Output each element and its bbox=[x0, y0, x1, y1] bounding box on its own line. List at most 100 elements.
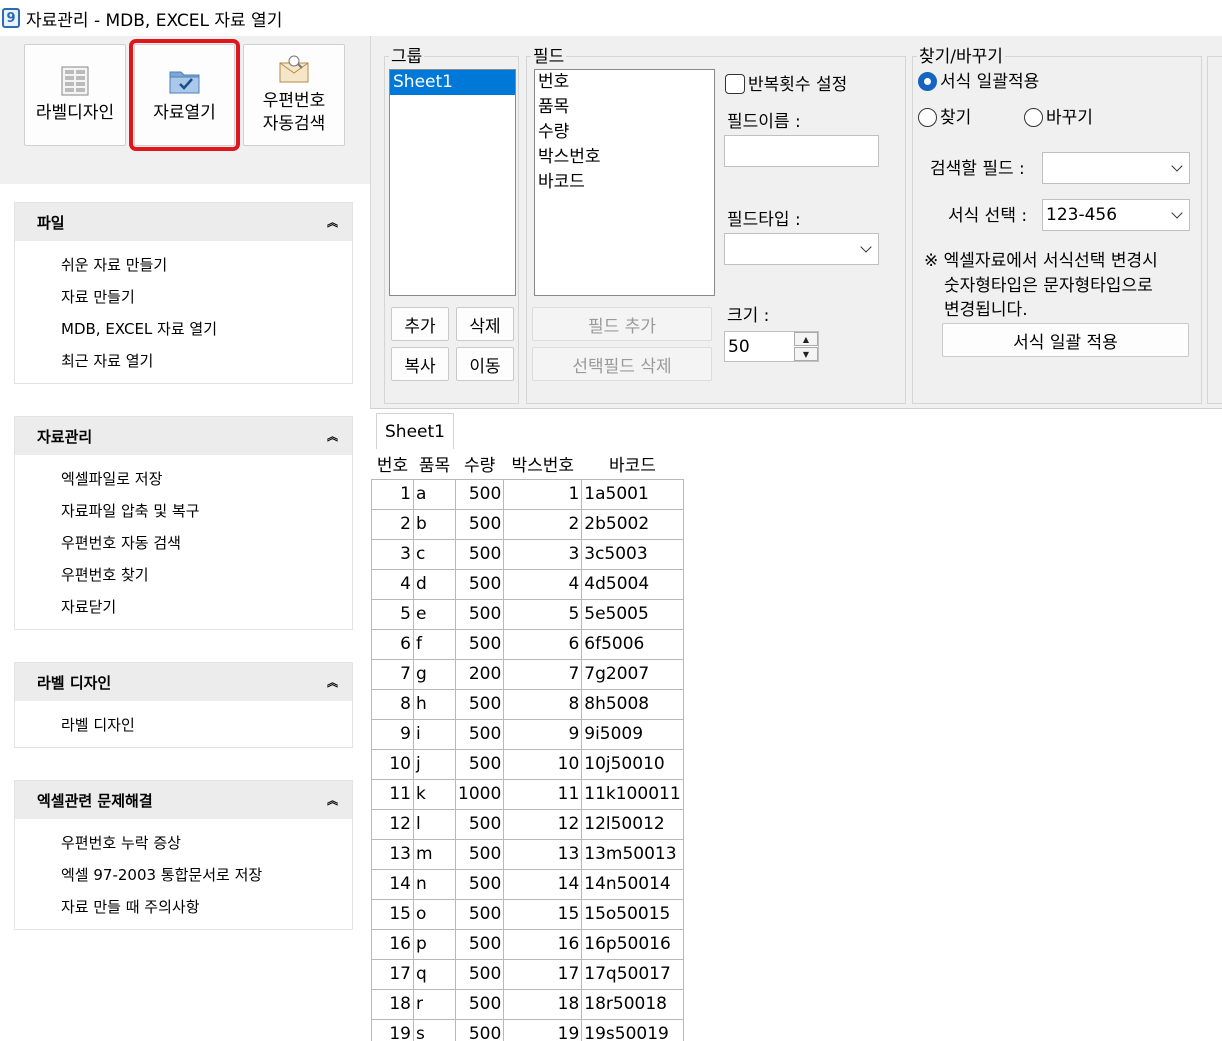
table-row[interactable]: 17 q 500 17 17q50017 bbox=[371, 958, 684, 990]
table-cell[interactable]: 14 bbox=[371, 868, 414, 900]
table-cell[interactable]: m bbox=[413, 838, 456, 870]
table-cell[interactable]: 8 bbox=[503, 688, 583, 720]
table-cell[interactable]: 8h5008 bbox=[581, 688, 684, 720]
delete-selected-field-button[interactable]: 선택필드 삭제 bbox=[532, 347, 712, 381]
table-row[interactable]: 15 o 500 15 15o50015 bbox=[371, 898, 684, 930]
field-list[interactable]: 번호 품목 수량 박스번호 바코드 bbox=[534, 69, 715, 296]
table-cell[interactable]: 19s50019 bbox=[581, 1018, 684, 1041]
table-cell[interactable]: 500 bbox=[454, 1018, 505, 1041]
table-cell[interactable]: 200 bbox=[454, 658, 505, 690]
table-cell[interactable]: 500 bbox=[454, 628, 505, 660]
table-cell[interactable]: 11k100011 bbox=[581, 778, 684, 810]
table-cell[interactable]: 13 bbox=[371, 838, 414, 870]
table-row[interactable]: 1 a 500 1 1a5001 bbox=[371, 478, 684, 510]
add-field-button[interactable]: 필드 추가 bbox=[532, 307, 712, 341]
panel-file-header[interactable]: 파일 ︽ bbox=[15, 203, 352, 241]
find-radio[interactable] bbox=[918, 108, 937, 127]
table-cell[interactable]: 1 bbox=[371, 478, 414, 510]
nav-item-recent[interactable]: 최근 자료 열기 bbox=[61, 345, 352, 377]
table-cell[interactable]: 500 bbox=[454, 598, 505, 630]
group-add-button[interactable]: 추가 bbox=[391, 307, 449, 341]
table-cell[interactable]: 13m50013 bbox=[581, 838, 684, 870]
table-cell[interactable]: 7g2007 bbox=[581, 658, 684, 690]
table-cell[interactable]: r bbox=[413, 988, 456, 1020]
table-cell[interactable]: 6 bbox=[371, 628, 414, 660]
table-row[interactable]: 16 p 500 16 16p50016 bbox=[371, 928, 684, 960]
spin-down-icon[interactable]: ▼ bbox=[794, 347, 818, 361]
list-item[interactable]: 박스번호 bbox=[535, 145, 714, 170]
repeat-checkbox[interactable] bbox=[725, 74, 745, 94]
table-cell[interactable]: j bbox=[413, 748, 456, 780]
table-cell[interactable]: 500 bbox=[454, 838, 505, 870]
table-row[interactable]: 14 n 500 14 14n50014 bbox=[371, 868, 684, 900]
table-cell[interactable]: 7 bbox=[371, 658, 414, 690]
table-cell[interactable]: 12l50012 bbox=[581, 808, 684, 840]
table-cell[interactable]: s bbox=[413, 1018, 456, 1041]
chevron-up-icon[interactable]: ︽ bbox=[327, 428, 338, 444]
table-cell[interactable]: 15o50015 bbox=[581, 898, 684, 930]
table-row[interactable]: 18 r 500 18 18r50018 bbox=[371, 988, 684, 1020]
panel-label-design-header[interactable]: 라벨 디자인 ︽ bbox=[15, 663, 352, 701]
table-cell[interactable]: 12 bbox=[371, 808, 414, 840]
chevron-up-icon[interactable]: ︽ bbox=[327, 792, 338, 808]
table-cell[interactable]: 1a5001 bbox=[581, 478, 684, 510]
format-select[interactable]: 123-456 bbox=[1042, 199, 1190, 231]
group-delete-button[interactable]: 삭제 bbox=[456, 307, 514, 341]
spin-up-icon[interactable]: ▲ bbox=[794, 332, 818, 346]
table-cell[interactable]: 500 bbox=[454, 508, 505, 540]
table-cell[interactable]: o bbox=[413, 898, 456, 930]
table-cell[interactable]: 500 bbox=[454, 478, 505, 510]
table-cell[interactable]: 6f5006 bbox=[581, 628, 684, 660]
table-cell[interactable]: 10 bbox=[371, 748, 414, 780]
table-row[interactable]: 11 k 1000 11 11k100011 bbox=[371, 778, 684, 810]
table-cell[interactable]: 5 bbox=[503, 598, 583, 630]
table-row[interactable]: 4 d 500 4 4d5004 bbox=[371, 568, 684, 600]
table-cell[interactable]: 500 bbox=[454, 538, 505, 570]
table-cell[interactable]: 11 bbox=[371, 778, 414, 810]
table-cell[interactable]: i bbox=[413, 718, 456, 750]
list-item[interactable]: 수량 bbox=[535, 120, 714, 145]
table-cell[interactable]: 500 bbox=[454, 808, 505, 840]
table-cell[interactable]: 9 bbox=[371, 718, 414, 750]
table-row[interactable]: 5 e 500 5 5e5005 bbox=[371, 598, 684, 630]
table-cell[interactable]: 5e5005 bbox=[581, 598, 684, 630]
nav-item-close-data[interactable]: 자료닫기 bbox=[61, 591, 352, 623]
list-item[interactable]: Sheet1 bbox=[390, 70, 515, 95]
table-cell[interactable]: 6 bbox=[503, 628, 583, 660]
table-cell[interactable]: 9 bbox=[503, 718, 583, 750]
nav-item-label-design[interactable]: 라벨 디자인 bbox=[61, 709, 352, 741]
table-cell[interactable]: b bbox=[413, 508, 456, 540]
table-cell[interactable]: 17 bbox=[371, 958, 414, 990]
table-cell[interactable]: 7 bbox=[503, 658, 583, 690]
field-type-select[interactable] bbox=[724, 233, 879, 265]
list-item[interactable]: 번호 bbox=[535, 70, 714, 95]
table-cell[interactable]: 14n50014 bbox=[581, 868, 684, 900]
table-cell[interactable]: 3 bbox=[503, 538, 583, 570]
table-cell[interactable]: 2 bbox=[371, 508, 414, 540]
table-row[interactable]: 10 j 500 10 10j50010 bbox=[371, 748, 684, 780]
open-data-button[interactable]: 자료열기 bbox=[129, 39, 240, 151]
apply-format-radio[interactable] bbox=[918, 72, 937, 91]
nav-item-open-mdb-excel[interactable]: MDB, EXCEL 자료 열기 bbox=[61, 313, 352, 345]
table-cell[interactable]: 17q50017 bbox=[581, 958, 684, 990]
table-cell[interactable]: 500 bbox=[454, 868, 505, 900]
table-cell[interactable]: 500 bbox=[454, 688, 505, 720]
field-name-input[interactable] bbox=[724, 135, 879, 167]
list-item[interactable]: 바코드 bbox=[535, 170, 714, 195]
table-row[interactable]: 6 f 500 6 6f5006 bbox=[371, 628, 684, 660]
table-cell[interactable]: 4d5004 bbox=[581, 568, 684, 600]
table-cell[interactable]: q bbox=[413, 958, 456, 990]
table-row[interactable]: 9 i 500 9 9i5009 bbox=[371, 718, 684, 750]
table-row[interactable]: 19 s 500 19 19s50019 bbox=[371, 1018, 684, 1041]
list-item[interactable]: 품목 bbox=[535, 95, 714, 120]
nav-item-compress-repair[interactable]: 자료파일 압축 및 복구 bbox=[61, 495, 352, 527]
table-row[interactable]: 13 m 500 13 13m50013 bbox=[371, 838, 684, 870]
panel-excel-troubleshoot-header[interactable]: 엑셀관련 문제해결 ︽ bbox=[15, 781, 352, 819]
table-row[interactable]: 7 g 200 7 7g2007 bbox=[371, 658, 684, 690]
table-cell[interactable]: 10j50010 bbox=[581, 748, 684, 780]
table-cell[interactable]: 1 bbox=[503, 478, 583, 510]
chevron-up-icon[interactable]: ︽ bbox=[327, 214, 338, 230]
table-cell[interactable]: 19 bbox=[503, 1018, 583, 1041]
table-cell[interactable]: 500 bbox=[454, 718, 505, 750]
nav-item-zip-find[interactable]: 우편번호 찾기 bbox=[61, 559, 352, 591]
